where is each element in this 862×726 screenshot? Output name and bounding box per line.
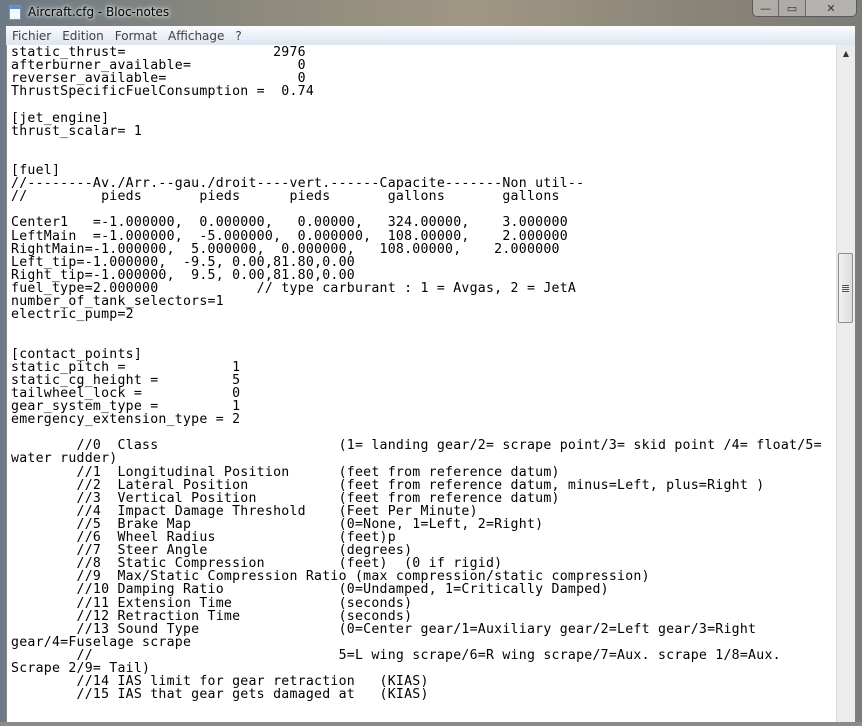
menu-help[interactable]: ? xyxy=(230,29,246,43)
text-line: static_cg_height = 5 xyxy=(11,372,241,388)
menu-bar: Fichier Edition Format Affichage ? xyxy=(6,26,855,46)
text-line: Center1 =-1.000000, 0.000000, 0.00000, 3… xyxy=(11,215,568,231)
close-button[interactable]: ✕ xyxy=(806,0,856,16)
scrollbar-thumb[interactable] xyxy=(838,253,853,323)
text-line: //3 Vertical Position (feet from referen… xyxy=(11,490,560,506)
text-line xyxy=(11,321,822,334)
text-line: //10 Damping Ratio (0=Undamped, 1=Critic… xyxy=(11,582,609,598)
vertical-scrollbar[interactable]: ▲ xyxy=(836,45,855,722)
text-line: LeftMain =-1.000000, -5.000000, 0.000000… xyxy=(11,228,568,244)
text-line: //2 Lateral Position (feet from referenc… xyxy=(11,477,765,493)
menu-fichier[interactable]: Fichier xyxy=(7,29,56,43)
text-line: Left_tip=-1.000000, -9.5, 0.00,81.80,0.0… xyxy=(11,254,355,270)
text-line xyxy=(11,151,822,164)
text-line: static_pitch = 1 xyxy=(11,359,241,375)
editor-text[interactable]: static_thrust= 2976 afterburner_available… xyxy=(11,46,822,703)
minimize-button[interactable]: — xyxy=(753,0,779,16)
text-line: //11 Extension Time (seconds) xyxy=(11,595,413,611)
window-controls: — ▭ ✕ xyxy=(752,0,857,17)
window-title: Aircraft.cfg - Bloc-notes xyxy=(28,5,170,19)
menu-affichage[interactable]: Affichage xyxy=(163,29,229,43)
window-frame-bottom xyxy=(0,722,862,726)
text-line: [jet_engine] xyxy=(11,110,110,126)
menu-edition[interactable]: Edition xyxy=(57,29,109,43)
text-line: water rudder) xyxy=(11,451,118,467)
menu-format[interactable]: Format xyxy=(110,29,162,43)
text-line: //4 Impact Damage Threshold (Feet Per Mi… xyxy=(11,503,478,519)
text-line: //12 Retraction Time (seconds) xyxy=(11,608,413,624)
text-line: tailwheel_lock = 0 xyxy=(11,385,241,401)
text-line: electric_pump=2 xyxy=(11,307,134,323)
scroll-up-arrow-icon[interactable]: ▲ xyxy=(837,45,855,62)
grip-icon xyxy=(842,284,849,292)
text-line: emergency_extension_type = 2 xyxy=(11,412,241,428)
text-line xyxy=(11,98,822,111)
text-line: //15 IAS that gear gets damaged at (KIAS… xyxy=(11,687,429,703)
text-line xyxy=(11,138,822,151)
text-line: [contact_points] xyxy=(11,346,143,362)
text-line: thrust_scalar= 1 xyxy=(11,123,143,139)
text-line: // pieds pieds pieds gallons gallons xyxy=(11,189,560,205)
text-line: //1 Longitudinal Position (feet from ref… xyxy=(11,464,560,480)
notepad-icon xyxy=(9,5,21,20)
text-line: ThrustSpecificFuelConsumption = 0.74 xyxy=(11,84,315,100)
maximize-button[interactable]: ▭ xyxy=(779,0,806,16)
title-bar[interactable]: Aircraft.cfg - Bloc-notes — ▭ ✕ xyxy=(0,0,862,26)
text-line xyxy=(11,334,822,347)
text-editor[interactable]: static_thrust= 2976 afterburner_available… xyxy=(6,45,837,722)
text-line: Right_tip=-1.000000, 9.5, 0.00,81.80,0.0… xyxy=(11,267,355,283)
text-line: RightMain=-1.000000, 5.000000, 0.000000,… xyxy=(11,241,560,257)
text-line: //13 Sound Type (0=Center gear/1=Auxilia… xyxy=(11,621,757,637)
text-line: //0 Class (1= landing gear/2= scrape poi… xyxy=(11,438,822,454)
